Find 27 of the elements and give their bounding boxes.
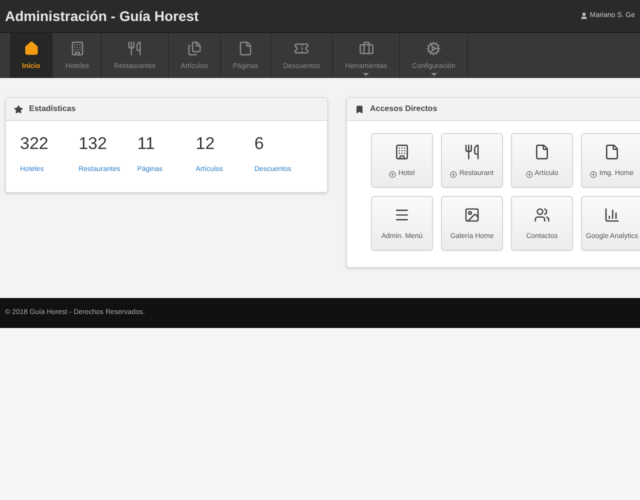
star-icon <box>14 104 23 114</box>
panel-title: Estadísticas <box>29 103 76 115</box>
menu-icon <box>394 207 410 223</box>
document-icon <box>238 41 254 56</box>
bar-chart-icon <box>604 207 620 223</box>
building-icon <box>394 144 410 160</box>
stat-value: 322 <box>20 133 48 155</box>
image-icon <box>464 207 480 223</box>
documents-icon <box>186 41 202 56</box>
utensils-icon <box>464 144 480 160</box>
utensils-icon <box>127 41 142 56</box>
document-icon <box>534 144 550 160</box>
panel-title: Accesos Directos <box>370 103 438 115</box>
stat-value: 6 <box>254 133 264 155</box>
app-title: Administración - Guía Horest <box>5 6 199 26</box>
ticket-icon <box>294 41 310 56</box>
stat-value: 12 <box>196 133 215 155</box>
briefcase-icon <box>358 41 374 56</box>
people-icon <box>534 207 550 223</box>
building-icon <box>70 41 85 56</box>
document-icon <box>604 144 620 160</box>
gears-icon <box>426 41 442 56</box>
stat-value: 132 <box>78 133 107 155</box>
bookmark-icon <box>355 104 364 114</box>
stat-value: 11 <box>137 133 155 155</box>
user-icon <box>580 12 588 20</box>
home-icon <box>24 41 39 56</box>
